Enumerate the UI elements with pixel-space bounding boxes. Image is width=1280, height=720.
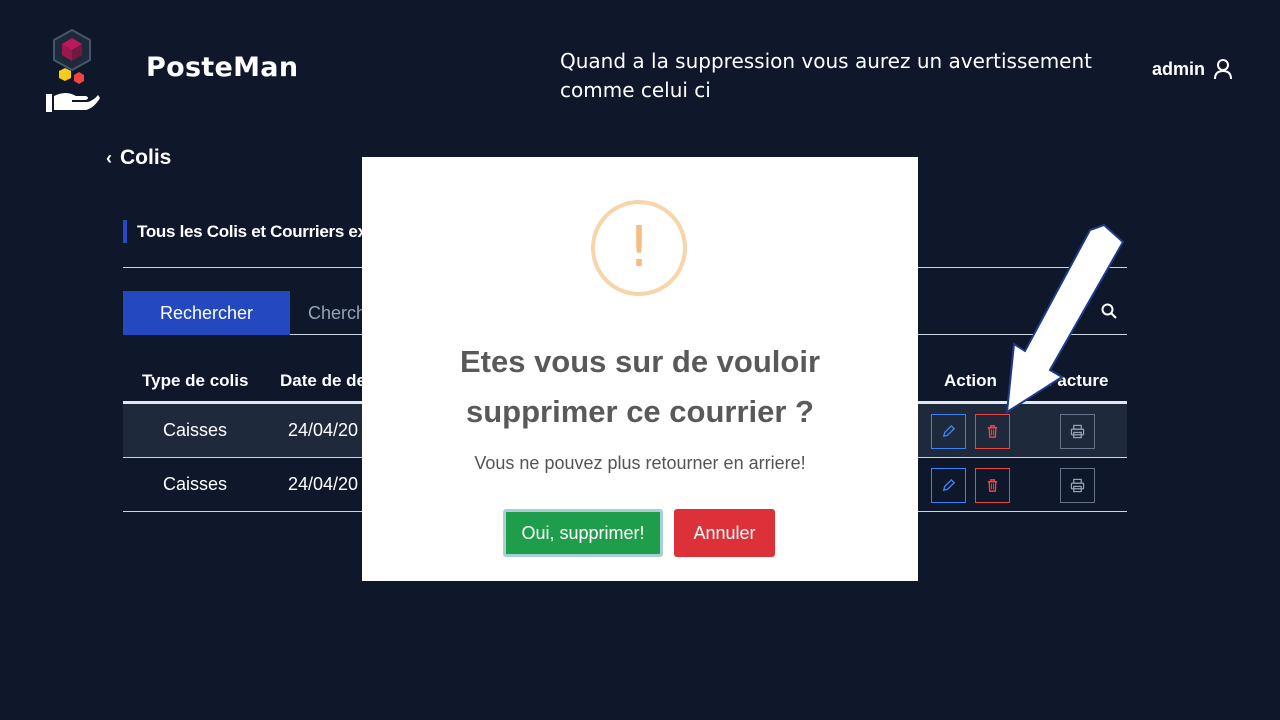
header-type: Type de colis — [142, 371, 249, 390]
annotation-line-1: Quand a la suppression vous aurez un ave… — [560, 49, 1093, 73]
cell-type: Caisses — [163, 474, 228, 494]
user-icon — [1214, 59, 1233, 80]
app-brand: PosteMan — [146, 52, 299, 83]
delete-confirm-dialog: ! Etes vous sur de vouloir supprimer ce … — [362, 157, 918, 581]
pencil-icon — [942, 478, 956, 492]
user-menu[interactable]: admin — [1152, 58, 1233, 80]
search-button[interactable]: Rechercher — [123, 291, 290, 335]
trash-icon — [987, 479, 998, 492]
edit-button[interactable] — [931, 468, 966, 503]
pencil-icon — [942, 424, 956, 438]
cell-date: 24/04/20 — [288, 420, 359, 440]
delete-button[interactable] — [975, 468, 1010, 503]
dialog-title-line-1: Etes vous sur de vouloir — [459, 344, 821, 379]
cancel-button[interactable]: Annuler — [674, 509, 775, 557]
printer-icon — [1070, 424, 1085, 439]
edit-button[interactable] — [931, 414, 966, 449]
dialog-title: Etes vous sur de vouloir supprimer ce co… — [402, 337, 878, 437]
logo-icon — [42, 28, 102, 116]
print-invoice-button[interactable] — [1060, 468, 1095, 503]
annotation-text: Quand a la suppression vous aurez un ave… — [560, 47, 1100, 105]
annotation-line-2: comme celui ci — [560, 78, 711, 102]
chevron-left-icon: ‹ — [106, 147, 112, 168]
confirm-delete-button[interactable]: Oui, supprimer! — [503, 509, 663, 557]
dialog-title-line-2: supprimer ce courrier ? — [465, 394, 814, 429]
trash-icon — [987, 425, 998, 438]
user-name: admin — [1152, 58, 1206, 79]
cell-date: 24/04/20 — [288, 474, 359, 494]
printer-icon — [1070, 478, 1085, 493]
arrow-annotation — [1005, 223, 1125, 414]
section-title: Tous les Colis et Courriers exp — [123, 220, 383, 243]
page-title: Colis — [120, 146, 172, 169]
back-link[interactable]: ‹ Colis — [106, 146, 171, 170]
cell-type: Caisses — [163, 420, 228, 440]
dialog-message: Vous ne pouvez plus retourner en arriere… — [474, 453, 806, 473]
header-date: Date de de — [280, 371, 366, 390]
warning-icon: ! — [591, 200, 687, 296]
